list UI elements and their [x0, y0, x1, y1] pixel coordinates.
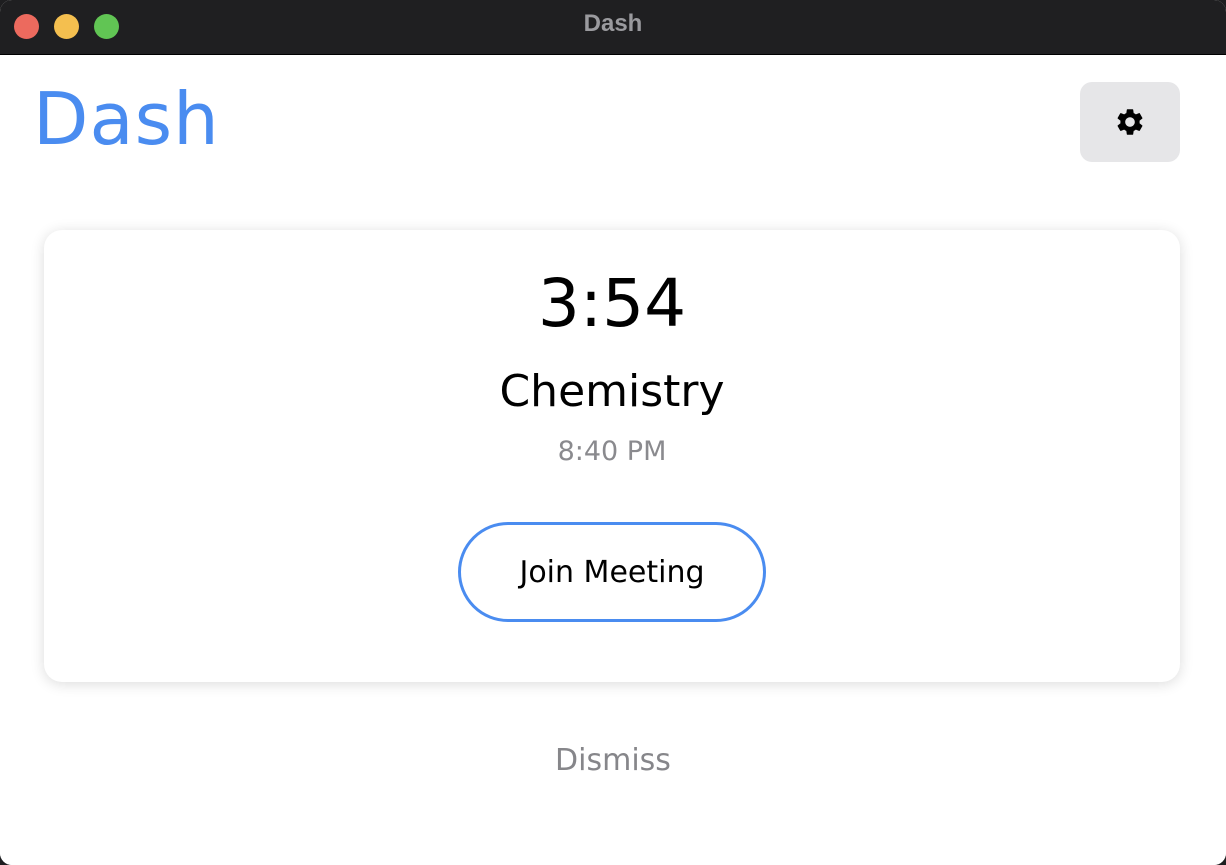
countdown-timer: 3:54 — [537, 265, 687, 342]
meeting-name: Chemistry — [499, 366, 725, 417]
settings-button[interactable] — [1080, 82, 1180, 162]
app-window: Dash Dash 3:54 Chemistry 8:40 PM Join Me… — [0, 0, 1226, 865]
gear-icon — [1117, 109, 1143, 135]
meeting-time: 8:40 PM — [557, 436, 667, 467]
upcoming-meeting-card: 3:54 Chemistry 8:40 PM Join Meeting — [44, 230, 1180, 682]
title-bar[interactable]: Dash — [0, 0, 1226, 55]
app-title: Dash — [33, 77, 220, 161]
join-meeting-button[interactable]: Join Meeting — [458, 522, 766, 622]
window-title: Dash — [583, 10, 643, 37]
main-content: Dash 3:54 Chemistry 8:40 PM Join Meeting… — [0, 55, 1226, 865]
dismiss-button[interactable]: Dismiss — [0, 741, 1226, 781]
